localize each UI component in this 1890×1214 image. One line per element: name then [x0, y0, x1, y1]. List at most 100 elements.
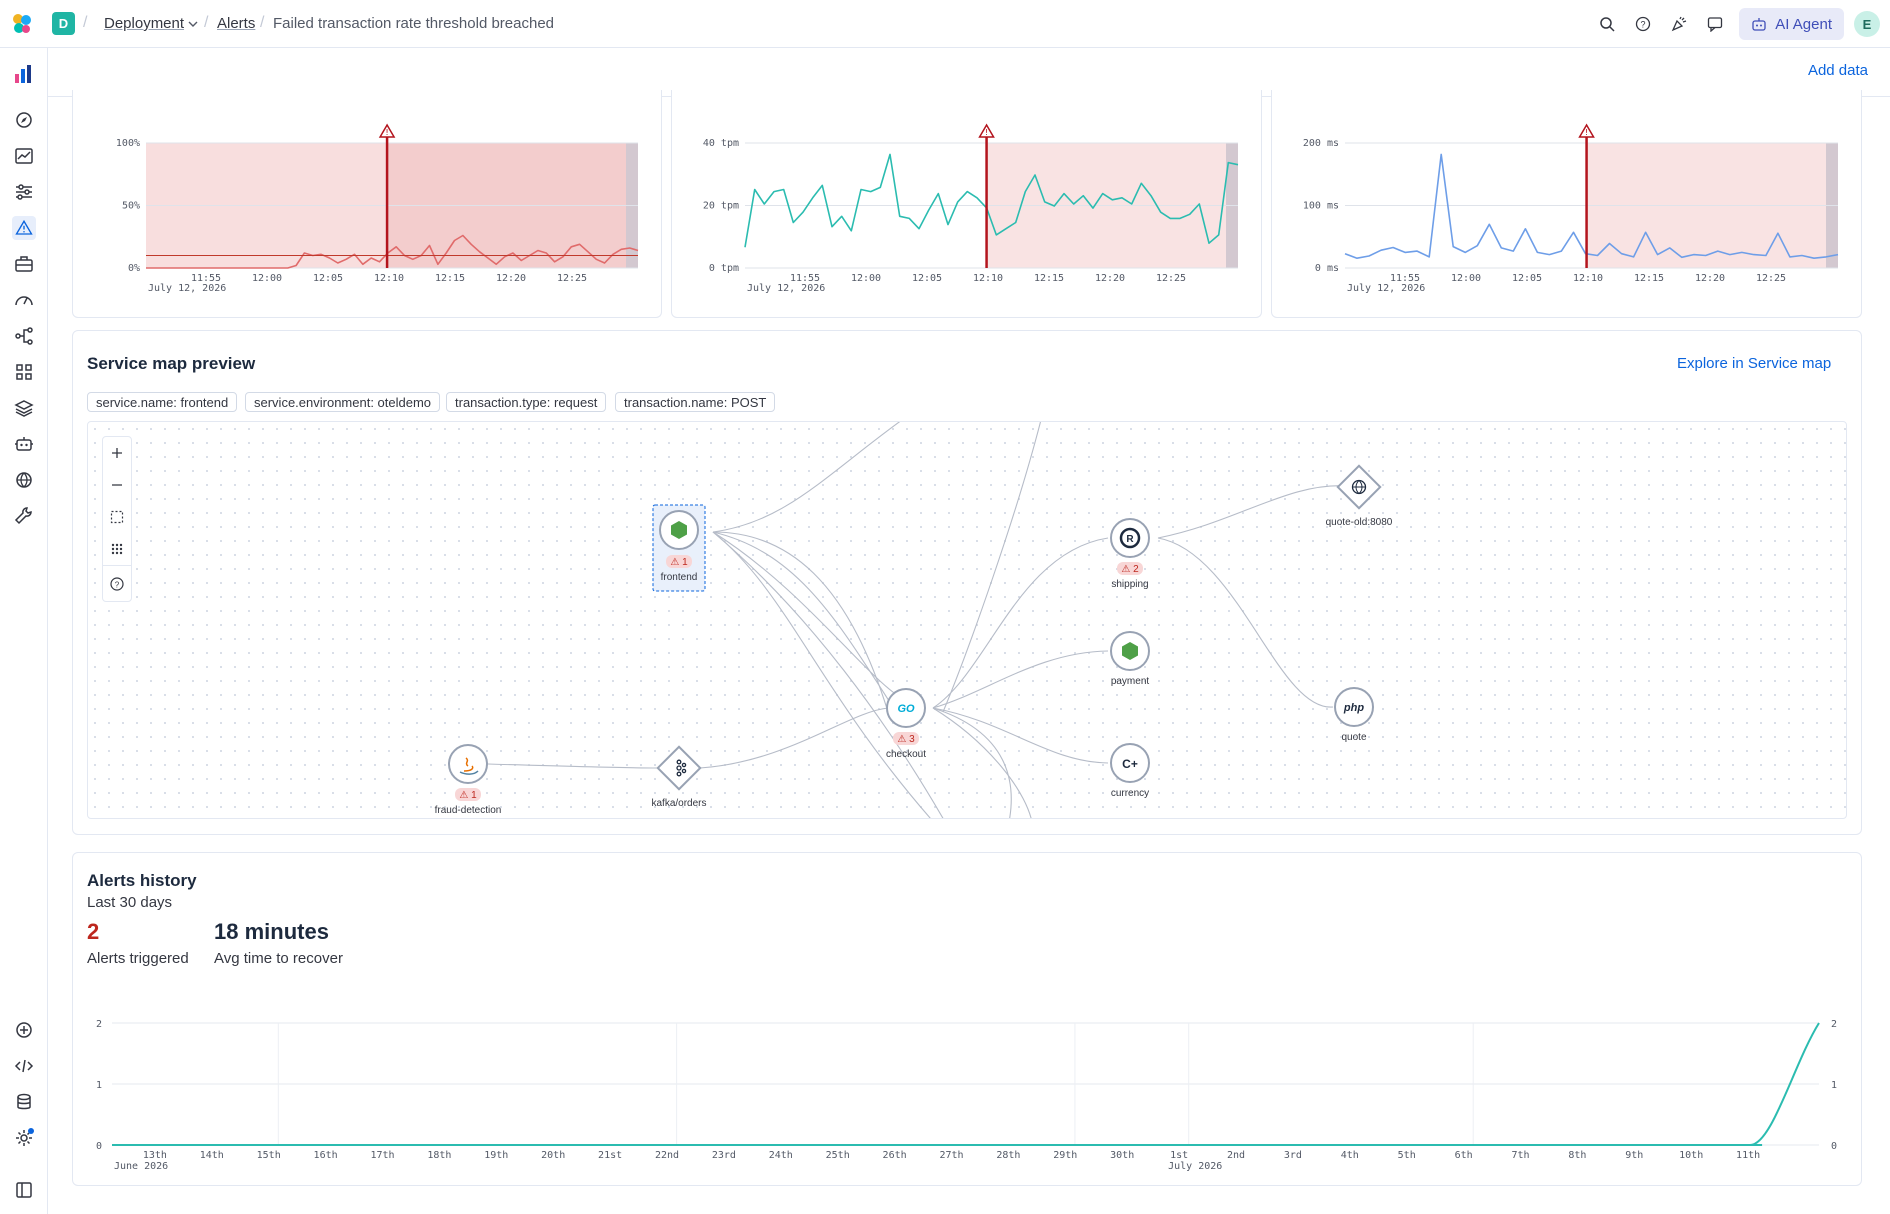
x-tick-label: 12:05 — [1512, 273, 1542, 284]
breadcrumb-deployment[interactable]: Deployment — [104, 15, 184, 32]
search-button[interactable] — [1589, 6, 1625, 42]
y-tick-label: 100 ms — [1303, 201, 1339, 212]
x-tick-label: 27th — [939, 1150, 963, 1161]
breadcrumb-separator: / — [83, 14, 88, 31]
service-node-shipping[interactable]: R ⚠ 2 shipping — [1110, 518, 1150, 590]
service-node-fraud-detection[interactable]: ⚠ 1 fraud-detection — [435, 744, 502, 816]
service-map-canvas[interactable]: ? ⚠ 1 frontend R ⚠ 2 shipping payment GO… — [87, 421, 1847, 819]
x-tick-label: 25th — [826, 1150, 850, 1161]
space-avatar[interactable]: D — [52, 12, 75, 35]
chevron-down-icon[interactable] — [188, 19, 198, 29]
discover-icon[interactable] — [12, 108, 36, 132]
service-node-kafka-orders[interactable]: kafka/orders — [651, 745, 707, 809]
alert-badge: ⚠ 2 — [1121, 564, 1139, 575]
y-tick-label: 50% — [122, 201, 140, 212]
warning-icon — [15, 219, 33, 235]
x-tick-label: 12:25 — [557, 273, 587, 284]
filter-chip: service.environment: oteldemo — [245, 392, 441, 412]
map-edge — [932, 650, 1109, 709]
filter-chip: transaction.type: request — [446, 392, 607, 412]
x-tick-label: 12:15 — [1634, 273, 1664, 284]
apps-grid-icon[interactable] — [12, 360, 36, 384]
x-tick-label: 12:20 — [1695, 273, 1725, 284]
y-tick-label: 100% — [116, 138, 140, 149]
whats-new-button[interactable] — [1661, 6, 1697, 42]
user-avatar[interactable]: E — [1854, 11, 1880, 37]
warning-mark: ! — [984, 128, 989, 137]
x-tick-label: 21st — [598, 1150, 622, 1161]
x-tick-label: 3rd — [1284, 1150, 1302, 1161]
map-edge — [1157, 485, 1349, 539]
service-map-title: Service map preview — [87, 354, 256, 373]
x-tick-label: 20th — [541, 1150, 565, 1161]
briefcase-icon[interactable] — [12, 252, 36, 276]
warning-mark: ! — [1584, 128, 1589, 137]
alerts-nav-item[interactable] — [12, 216, 36, 240]
alert-badge: ⚠ 1 — [670, 557, 688, 568]
x-tick-label: 30th — [1110, 1150, 1134, 1161]
settings-gear-icon[interactable] — [12, 1126, 36, 1150]
service-map-icon[interactable] — [12, 324, 36, 348]
alerts-history-title: Alerts history — [87, 871, 197, 890]
node-label: currency — [1111, 788, 1149, 799]
elastic-logo-icon[interactable] — [10, 12, 34, 36]
ai-agent-button[interactable]: AI Agent — [1739, 8, 1844, 40]
database-icon[interactable] — [12, 1090, 36, 1114]
robot-icon[interactable] — [12, 432, 36, 456]
machine-learning-icon[interactable] — [12, 468, 36, 492]
x-tick-label: 12:00 — [252, 273, 282, 284]
dashboard-icon[interactable] — [12, 144, 36, 168]
breadcrumb-separator: / — [260, 14, 265, 31]
service-node-quote-old[interactable]: quote-old:8080 — [1326, 464, 1393, 528]
add-circle-icon[interactable] — [12, 1018, 36, 1042]
alerts-triggered-label: Alerts triggered — [87, 950, 189, 967]
x-tick-label: 29th — [1053, 1150, 1077, 1161]
map-edge — [487, 763, 659, 769]
y-tick-label-right: 2 — [1831, 1019, 1837, 1030]
x-tick-label: 12:10 — [973, 273, 1003, 284]
service-node-payment[interactable]: payment — [1110, 631, 1150, 687]
breadcrumb-alerts[interactable]: Alerts — [217, 15, 255, 32]
sliders-icon[interactable] — [12, 180, 36, 204]
x-tick-label: 12:10 — [1573, 273, 1603, 284]
x-tick-label: 13th — [143, 1150, 167, 1161]
service-node-quote[interactable]: php quote — [1334, 687, 1374, 743]
x-date-label: July 12, 2026 — [148, 283, 226, 294]
wrench-icon[interactable] — [12, 504, 36, 528]
add-data-link[interactable]: Add data — [1808, 62, 1868, 79]
map-edge — [712, 531, 944, 818]
ai-agent-label: AI Agent — [1775, 15, 1832, 33]
help-button[interactable]: ? — [1625, 6, 1661, 42]
y-tick-label-right: 1 — [1831, 1080, 1837, 1091]
x-tick-label: 7th — [1511, 1150, 1529, 1161]
warning-mark: ! — [385, 128, 390, 137]
x-tick-label: 12:20 — [1095, 273, 1125, 284]
code-icon[interactable] — [12, 1054, 36, 1078]
x-tick-label: 9th — [1625, 1150, 1643, 1161]
php-icon: php — [1343, 702, 1364, 714]
x-tick-label: 5th — [1398, 1150, 1416, 1161]
map-edge — [712, 531, 889, 713]
map-edge — [712, 422, 901, 533]
y-tick-label: 20 tpm — [703, 201, 739, 212]
stack-icon[interactable] — [12, 396, 36, 420]
go-icon: GO — [897, 703, 915, 715]
service-node-currency[interactable]: C+ currency — [1110, 743, 1150, 799]
map-edge — [932, 707, 1012, 818]
y-tick-label: 0 tpm — [709, 263, 739, 274]
service-node-checkout[interactable]: GO ⚠ 3 checkout — [886, 688, 926, 760]
map-edge — [932, 537, 1109, 709]
map-edge — [699, 707, 889, 769]
x-tick-label: 6th — [1455, 1150, 1473, 1161]
y-tick-label-right: 0 — [1831, 1141, 1837, 1152]
month-label: July 2026 — [1168, 1161, 1222, 1172]
x-tick-label: 12:05 — [313, 273, 343, 284]
y-tick-label: 2 — [96, 1019, 102, 1030]
explore-service-map-link[interactable]: Explore in Service map — [1677, 355, 1831, 372]
gauge-icon[interactable] — [12, 288, 36, 312]
feedback-button[interactable] — [1697, 6, 1733, 42]
party-popper-icon — [1672, 16, 1687, 32]
collapse-nav-icon[interactable] — [12, 1178, 36, 1202]
observability-logo-icon[interactable] — [12, 62, 36, 86]
node-label: quote — [1341, 732, 1366, 743]
